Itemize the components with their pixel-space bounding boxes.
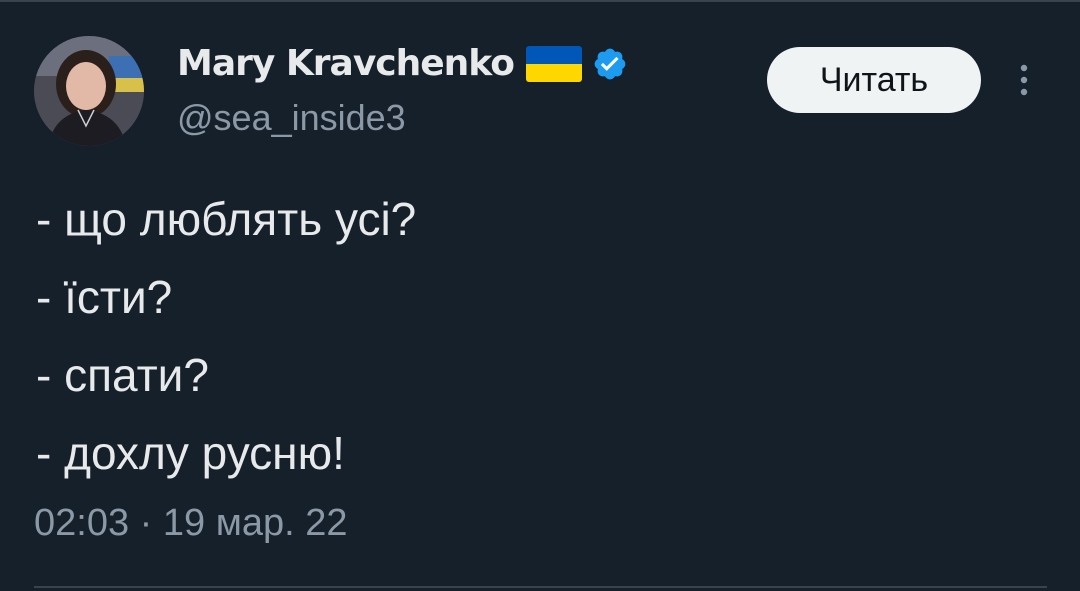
tweet-line: - спати? (36, 349, 209, 401)
author-handle[interactable]: @sea_inside3 (177, 96, 406, 140)
tweet-line: - їсти? (36, 271, 173, 323)
verified-badge-icon[interactable] (592, 46, 628, 82)
author-display-name[interactable]: Mary Kravchenko (177, 42, 515, 86)
more-options-icon[interactable] (1014, 62, 1034, 98)
bottom-divider (34, 586, 1047, 588)
tweet-timestamp[interactable]: 02:03 · 19 мар. 22 (34, 498, 347, 548)
avatar[interactable] (34, 36, 144, 146)
ukraine-flag-icon (526, 46, 583, 82)
tweet-line: - дохлу русню! (36, 427, 345, 479)
author-name-row: Mary Kravchenko (177, 42, 628, 86)
tweet-text: - що люблять усі? - їсти? - спати? - дох… (36, 180, 416, 492)
follow-button[interactable]: Читать (767, 47, 981, 113)
tweet-card: Mary Kravchenko @sea_inside3 Читать - що… (0, 0, 1080, 591)
tweet-line: - що люблять усі? (36, 193, 417, 245)
